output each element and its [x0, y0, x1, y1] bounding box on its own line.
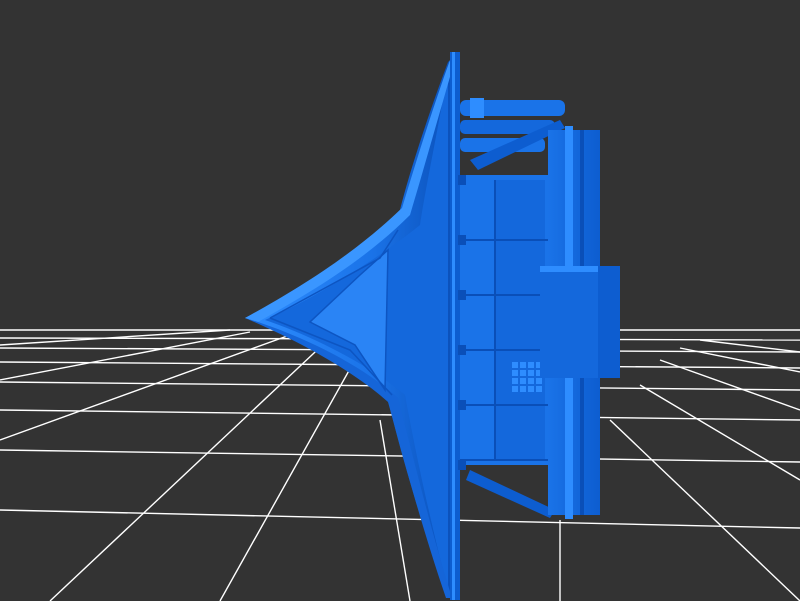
grid-line [0, 334, 291, 441]
grid-line [609, 419, 800, 601]
grid-line [639, 384, 800, 481]
driver-body-shadow [495, 180, 545, 460]
top-tube-cap [470, 98, 484, 118]
grid-line [49, 337, 331, 601]
grid-line [0, 331, 251, 381]
rear-connector-highlight [540, 266, 598, 272]
rear-connector-face [598, 266, 620, 378]
3d-model-mesh[interactable] [245, 52, 620, 600]
grid-line [699, 339, 800, 353]
3d-viewport[interactable] [0, 0, 800, 601]
mounting-flange-highlight [452, 52, 455, 600]
3d-scene-canvas[interactable] [0, 0, 800, 601]
grid-line [0, 509, 800, 529]
lower-brace [466, 470, 555, 518]
grid-line [0, 449, 800, 463]
grid-line [219, 341, 366, 601]
